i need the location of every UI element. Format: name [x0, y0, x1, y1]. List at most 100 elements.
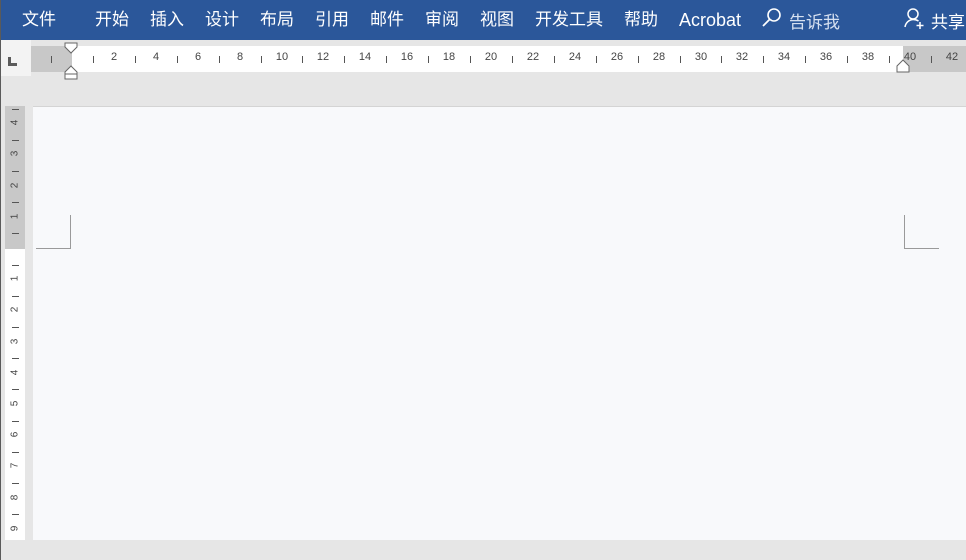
ribbon-tab-bar: 文件 开始 插入 设计 布局 引用 邮件 审阅 视图 开发工具 帮助 Acrob… [1, 0, 966, 40]
vruler-tick [12, 109, 19, 110]
right-indent-marker[interactable] [895, 58, 911, 74]
vertical-ruler-area: 4 3 2 1 1 2 3 4 5 6 7 8 9 [1, 106, 31, 546]
ruler-tick [847, 56, 848, 63]
indent-markers[interactable] [63, 42, 79, 80]
ruler-number: 8 [236, 51, 244, 63]
vruler-tick [12, 233, 19, 234]
vruler-number: 5 [9, 400, 21, 407]
ruler-number: 38 [861, 51, 875, 63]
horizontal-ruler[interactable]: 2 4 6 8 10 12 14 16 18 20 22 24 26 28 30 32 34 36 38 40 42 [31, 46, 966, 72]
vruler-number: 4 [9, 119, 21, 126]
tab-developer[interactable]: 开发工具 [535, 0, 603, 40]
vertical-ruler[interactable]: 4 3 2 1 1 2 3 4 5 6 7 8 9 [5, 106, 25, 542]
tab-references[interactable]: 引用 [315, 0, 349, 40]
vruler-tick [12, 140, 19, 141]
vruler-number: 3 [9, 150, 21, 157]
search-icon [761, 7, 783, 33]
ruler-number: 4 [152, 51, 160, 63]
ruler-number: 2 [110, 51, 118, 63]
vruler-number: 2 [9, 306, 21, 313]
ruler-tick [763, 56, 764, 63]
vruler-tick [12, 202, 19, 203]
vruler-tick [12, 452, 19, 453]
vruler-tick [12, 358, 19, 359]
word-window: 文件 开始 插入 设计 布局 引用 邮件 审阅 视图 开发工具 帮助 Acrob… [0, 0, 966, 560]
vruler-number: 2 [9, 182, 21, 189]
horizontal-ruler-area: 2 4 6 8 10 12 14 16 18 20 22 24 26 28 30 32 34 36 38 40 42 [31, 40, 966, 106]
tab-acrobat[interactable]: Acrobat [679, 0, 741, 40]
tab-help[interactable]: 帮助 [624, 0, 658, 40]
ruler-tick [428, 56, 429, 63]
ruler-tick [219, 56, 220, 63]
tab-mailings[interactable]: 邮件 [370, 0, 404, 40]
ruler-number: 28 [652, 51, 666, 63]
vruler-number: 8 [9, 494, 21, 501]
vruler-tick [12, 389, 19, 390]
ruler-number: 16 [400, 51, 414, 63]
ruler-tick [554, 56, 555, 63]
vruler-number: 1 [9, 213, 21, 220]
ruler-tick [680, 56, 681, 63]
ruler-tick [889, 56, 890, 63]
ruler-number: 20 [484, 51, 498, 63]
document-page[interactable] [33, 106, 966, 541]
tell-me-label: 告诉我 [789, 12, 841, 33]
ruler-number: 18 [442, 51, 456, 63]
crop-mark-right [904, 215, 939, 249]
tab-design[interactable]: 设计 [205, 0, 239, 40]
crop-mark-left [36, 215, 71, 249]
ruler-tick [51, 56, 52, 63]
vruler-tick [12, 483, 19, 484]
vruler-tick [12, 171, 19, 172]
vruler-number: 1 [9, 275, 21, 282]
ruler-number: 22 [526, 51, 540, 63]
vruler-tick [12, 514, 19, 515]
ruler-tick [596, 56, 597, 63]
vruler-tick [12, 327, 19, 328]
left-tab-icon [8, 57, 17, 66]
ruler-number: 12 [316, 51, 330, 63]
tab-insert[interactable]: 插入 [150, 0, 184, 40]
ruler-tick [386, 56, 387, 63]
tab-layout[interactable]: 布局 [260, 0, 294, 40]
ruler-number: 6 [194, 51, 202, 63]
person-add-icon [903, 6, 925, 34]
ruler-number: 32 [735, 51, 749, 63]
tell-me-box[interactable]: 告诉我 [761, 0, 840, 40]
vruler-number: 6 [9, 431, 21, 438]
ruler-tick [177, 56, 178, 63]
tab-review[interactable]: 审阅 [425, 0, 459, 40]
vruler-number: 9 [9, 525, 21, 532]
ruler-number: 30 [694, 51, 708, 63]
bottom-strip [1, 540, 966, 560]
ruler-number: 26 [610, 51, 624, 63]
ruler-number: 34 [777, 51, 791, 63]
tab-view[interactable]: 视图 [480, 0, 514, 40]
ruler-tick [721, 56, 722, 63]
ruler-tick [805, 56, 806, 63]
vruler-number: 3 [9, 338, 21, 345]
tab-file[interactable]: 文件 [3, 0, 73, 40]
ruler-tick [512, 56, 513, 63]
vruler-tick [12, 265, 19, 266]
ruler-number: 36 [819, 51, 833, 63]
ruler-tick [931, 56, 932, 63]
ruler-tick [93, 56, 94, 63]
share-label: 共享 [931, 12, 965, 33]
vruler-number: 4 [9, 369, 21, 376]
vruler-number: 7 [9, 462, 21, 469]
ruler-number: 10 [275, 51, 289, 63]
share-button[interactable]: 共享 [903, 0, 965, 40]
tab-selector[interactable] [1, 40, 31, 76]
ruler-number: 42 [945, 51, 959, 63]
vruler-tick [12, 296, 19, 297]
ruler-tick [302, 56, 303, 63]
ruler-tick [344, 56, 345, 63]
vruler-tick [12, 421, 19, 422]
tab-home[interactable]: 开始 [95, 0, 129, 40]
ruler-tick [470, 56, 471, 63]
ruler-tick [261, 56, 262, 63]
ruler-tick [135, 56, 136, 63]
ruler-tick [638, 56, 639, 63]
ruler-number: 24 [568, 51, 582, 63]
